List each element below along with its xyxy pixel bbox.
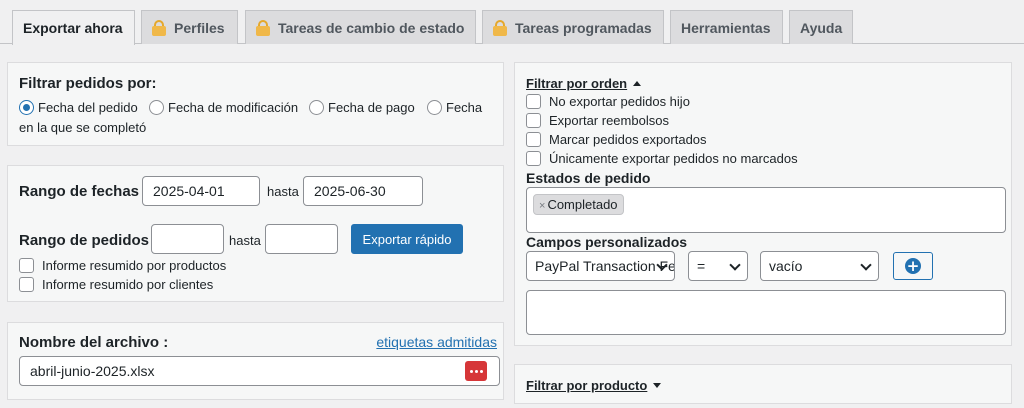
filter-by-order-title: Filtrar por orden (526, 76, 628, 91)
filter-by-order-panel: Filtrar por orden No exportar pedidos hi… (514, 62, 1012, 346)
checkbox-label: No exportar pedidos hijo (549, 94, 690, 109)
radio-icon[interactable] (427, 100, 442, 115)
order-from-input[interactable] (151, 224, 224, 254)
checkbox-summary-customers[interactable]: Informe resumido por clientes (19, 277, 213, 292)
lock-icon (493, 19, 507, 36)
status-tag-label: Completado (547, 197, 618, 212)
order-to-input[interactable] (265, 224, 338, 254)
checkbox-label: Marcar pedidos exportados (549, 132, 707, 147)
tab-tareas-programadas[interactable]: Tareas programadas (482, 10, 664, 44)
tab-tareas-cambio-estado[interactable]: Tareas de cambio de estado (245, 10, 476, 44)
caret-up-icon (633, 81, 642, 86)
radio-label: Fecha de modificación (168, 100, 299, 115)
tab-label: Tareas de cambio de estado (278, 19, 465, 36)
filename-panel: Nombre del archivo : etiquetas admitidas… (7, 322, 504, 400)
filter-by-order-toggle[interactable]: Filtrar por orden (526, 76, 642, 91)
date-from-input[interactable]: 2025-04-01 (142, 176, 260, 206)
custom-fields-title: Campos personalizados (526, 234, 688, 250)
radio-checked-icon[interactable] (19, 100, 34, 115)
quick-export-button[interactable]: Exportar rápido (351, 224, 463, 254)
filter-by-product-toggle[interactable]: Filtrar por producto (526, 378, 662, 393)
checkbox-icon[interactable] (526, 151, 541, 166)
checkbox-label: Exportar reembolsos (549, 113, 669, 128)
password-dots-icon[interactable] (465, 361, 487, 381)
order-status-select[interactable]: × Completado (526, 187, 1006, 233)
operator-select[interactable]: = (688, 251, 748, 281)
filter-by-product-panel: Filtrar por producto (514, 364, 1012, 404)
tab-label: Perfiles (174, 19, 225, 36)
plus-icon: + (905, 257, 921, 275)
radio-label: Fecha del pedido (38, 100, 138, 115)
checkbox-export-refunds[interactable]: Exportar reembolsos (526, 113, 669, 128)
radio-fecha-pago[interactable]: Fecha de pago (309, 100, 415, 115)
supported-tags-link[interactable]: etiquetas admitidas (376, 334, 497, 350)
operator-value: = (697, 258, 706, 274)
checkbox-label: Únicamente exportar pedidos no marcados (549, 151, 798, 166)
checkbox-only-unmarked[interactable]: Únicamente exportar pedidos no marcados (526, 151, 798, 166)
tab-ayuda[interactable]: Ayuda (789, 10, 853, 44)
radio-continuation-label: en la que se completó (19, 120, 147, 135)
value-value: vacío (769, 258, 803, 274)
order-range-separator: hasta (229, 233, 261, 248)
checkbox-mark-exported[interactable]: Marcar pedidos exportados (526, 132, 707, 147)
tab-label: Exportar ahora (23, 20, 123, 36)
radio-fecha-pedido[interactable]: Fecha del pedido (19, 100, 138, 115)
value-select[interactable]: vacío (760, 251, 879, 281)
custom-field-select[interactable]: PayPal Transaction Fee (526, 251, 675, 281)
custom-fields-list[interactable] (526, 290, 1006, 335)
radio-icon[interactable] (309, 100, 324, 115)
date-range-separator: hasta (267, 184, 299, 199)
lock-icon (152, 19, 166, 36)
caret-down-icon (653, 383, 662, 388)
chevron-down-icon (729, 259, 741, 271)
tab-label: Ayuda (800, 19, 843, 36)
tab-perfiles[interactable]: Perfiles (141, 10, 238, 44)
chevron-down-icon (860, 259, 872, 271)
custom-field-value: PayPal Transaction Fee (535, 258, 675, 274)
checkbox-icon[interactable] (19, 277, 34, 292)
filter-by-product-title: Filtrar por producto (526, 378, 648, 393)
radio-label: Fecha de pago (328, 100, 415, 115)
filter-orders-title: Filtrar pedidos por: (19, 75, 157, 92)
checkbox-label: Informe resumido por productos (42, 258, 227, 273)
radio-icon[interactable] (149, 100, 164, 115)
lock-icon (256, 19, 270, 36)
checkbox-icon[interactable] (19, 258, 34, 273)
tab-bar: Exportar ahora Perfiles Tareas de cambio… (0, 0, 1024, 45)
date-to-input[interactable]: 2025-06-30 (303, 176, 423, 206)
tab-herramientas[interactable]: Herramientas (670, 10, 783, 44)
filename-label: Nombre del archivo : (19, 334, 169, 351)
checkbox-no-child-orders[interactable]: No exportar pedidos hijo (526, 94, 690, 109)
tab-exportar-ahora[interactable]: Exportar ahora (12, 10, 135, 45)
radio-fecha-completado[interactable]: Fecha (427, 100, 482, 115)
filename-input[interactable]: abril-junio-2025.xlsx (19, 356, 500, 386)
checkbox-icon[interactable] (526, 94, 541, 109)
add-custom-field-button[interactable]: + (893, 252, 933, 280)
radio-label: Fecha (446, 100, 483, 115)
tab-label: Herramientas (681, 19, 771, 36)
order-status-title: Estados de pedido (526, 170, 651, 186)
checkbox-summary-products[interactable]: Informe resumido por productos (19, 258, 226, 273)
date-range-label: Rango de fechas (19, 183, 140, 200)
filter-orders-panel: Filtrar pedidos por: Fecha del pedido Fe… (7, 62, 504, 146)
checkbox-icon[interactable] (526, 113, 541, 128)
remove-tag-icon[interactable]: × (539, 200, 545, 212)
status-tag: × Completado (533, 194, 624, 215)
radio-fecha-modificacion[interactable]: Fecha de modificación (149, 100, 298, 115)
checkbox-icon[interactable] (526, 132, 541, 147)
checkbox-label: Informe resumido por clientes (42, 277, 214, 292)
order-range-label: Rango de pedidos (19, 232, 150, 249)
range-panel: Rango de fechas 2025-04-01 hasta 2025-06… (7, 165, 504, 302)
tab-label: Tareas programadas (515, 19, 652, 36)
